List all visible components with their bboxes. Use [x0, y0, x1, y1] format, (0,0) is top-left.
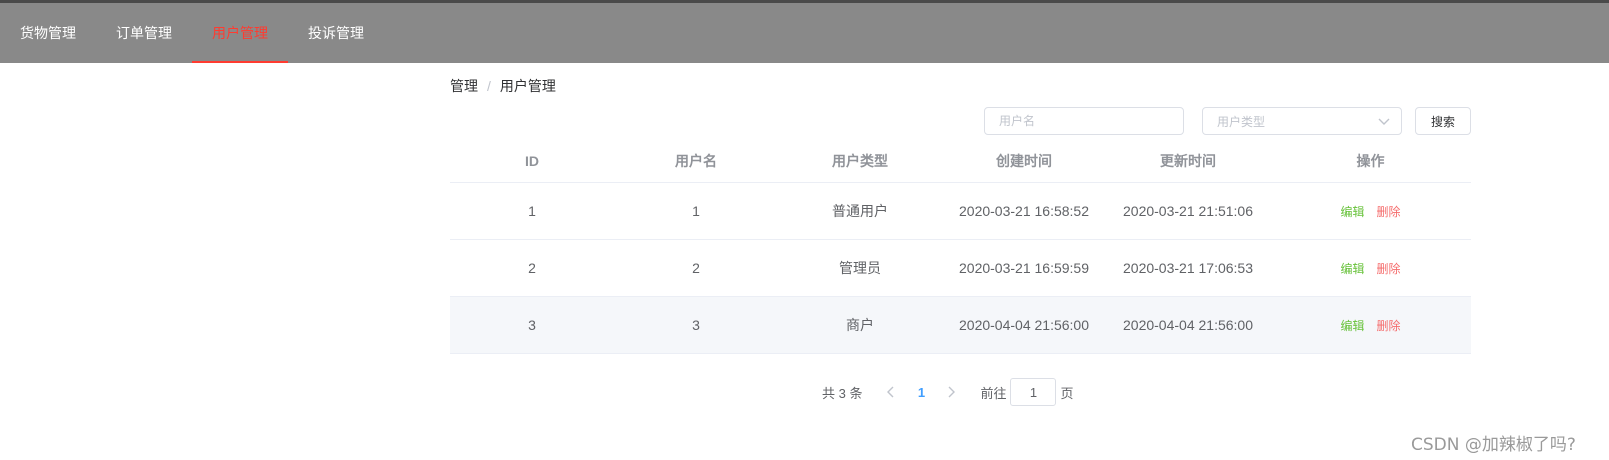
cell-updated: 2020-04-04 21:56:00 [1123, 317, 1253, 333]
delete-button[interactable]: 删除 [1377, 260, 1401, 277]
goto-suffix: 页 [1060, 385, 1074, 401]
nav-item-orders[interactable]: 订单管理 [96, 3, 192, 63]
cell-actions: 编辑 删除 [1270, 317, 1471, 334]
nav-item-users[interactable]: 用户管理 [192, 3, 288, 63]
cell-created: 2020-03-21 16:58:52 [959, 203, 1089, 219]
pagination: 共 3 条 1 前往 页 [822, 378, 1074, 406]
page-number-button[interactable]: 1 [904, 385, 938, 400]
cell-created: 2020-04-04 21:56:00 [959, 317, 1089, 333]
watermark: CSDN @加辣椒了吗? [1411, 435, 1576, 455]
header-actions: 操作 [1356, 153, 1385, 169]
cell-id: 1 [528, 203, 536, 219]
prev-page-button[interactable] [878, 378, 904, 406]
username-search-input[interactable] [984, 107, 1184, 135]
cell-usertype: 商户 [846, 317, 874, 333]
usertype-select-placeholder: 用户类型 [1217, 114, 1266, 129]
chevron-down-icon [1378, 118, 1390, 125]
header-updated: 更新时间 [1160, 153, 1216, 169]
page-jumper: 前往 页 [980, 378, 1074, 406]
edit-button[interactable]: 编辑 [1340, 260, 1364, 277]
usertype-select[interactable]: 用户类型 [1202, 107, 1402, 135]
table-header-row: ID 用户名 用户类型 创建时间 更新时间 操作 [450, 140, 1471, 183]
nav-item-goods[interactable]: 货物管理 [0, 3, 96, 63]
nav-item-complaints[interactable]: 投诉管理 [288, 3, 384, 63]
cell-usertype: 普通用户 [832, 203, 888, 219]
search-button[interactable]: 搜索 [1415, 107, 1471, 135]
goto-prefix: 前往 [980, 385, 1007, 401]
header-usertype: 用户类型 [832, 153, 888, 169]
breadcrumb-root[interactable]: 管理 [450, 76, 478, 96]
header-username: 用户名 [675, 153, 717, 169]
cell-actions: 编辑 删除 [1270, 260, 1471, 277]
user-table: ID 用户名 用户类型 创建时间 更新时间 操作 1 1 普通用户 2020-0… [450, 140, 1471, 354]
edit-button[interactable]: 编辑 [1340, 203, 1364, 220]
goto-page-input[interactable] [1010, 378, 1057, 406]
breadcrumb: 管理 / 用户管理 [450, 77, 556, 95]
cell-actions: 编辑 删除 [1270, 203, 1471, 220]
table-row: 1 1 普通用户 2020-03-21 16:58:52 2020-03-21 … [450, 183, 1471, 240]
breadcrumb-current: 用户管理 [499, 78, 556, 94]
delete-button[interactable]: 删除 [1377, 203, 1401, 220]
delete-button[interactable]: 删除 [1377, 317, 1401, 334]
cell-username: 1 [692, 203, 700, 219]
cell-usertype: 管理员 [839, 260, 881, 276]
breadcrumb-separator: / [487, 78, 491, 94]
table-row: 3 3 商户 2020-04-04 21:56:00 2020-04-04 21… [450, 297, 1471, 354]
cell-username: 2 [692, 260, 700, 276]
pagination-total: 共 3 条 [822, 385, 863, 401]
cell-updated: 2020-03-21 21:51:06 [1123, 203, 1253, 219]
cell-updated: 2020-03-21 17:06:53 [1123, 260, 1253, 276]
header-created: 创建时间 [996, 153, 1052, 169]
header-id: ID [525, 153, 539, 169]
next-page-button[interactable] [938, 378, 964, 406]
chevron-left-icon [887, 386, 894, 398]
edit-button[interactable]: 编辑 [1340, 317, 1364, 334]
cell-id: 3 [528, 317, 536, 333]
table-row: 2 2 管理员 2020-03-21 16:59:59 2020-03-21 1… [450, 240, 1471, 297]
cell-username: 3 [692, 317, 700, 333]
chevron-right-icon [948, 386, 956, 398]
cell-id: 2 [528, 260, 536, 276]
top-nav: 货物管理 订单管理 用户管理 投诉管理 [0, 3, 1609, 63]
cell-created: 2020-03-21 16:59:59 [959, 260, 1089, 276]
